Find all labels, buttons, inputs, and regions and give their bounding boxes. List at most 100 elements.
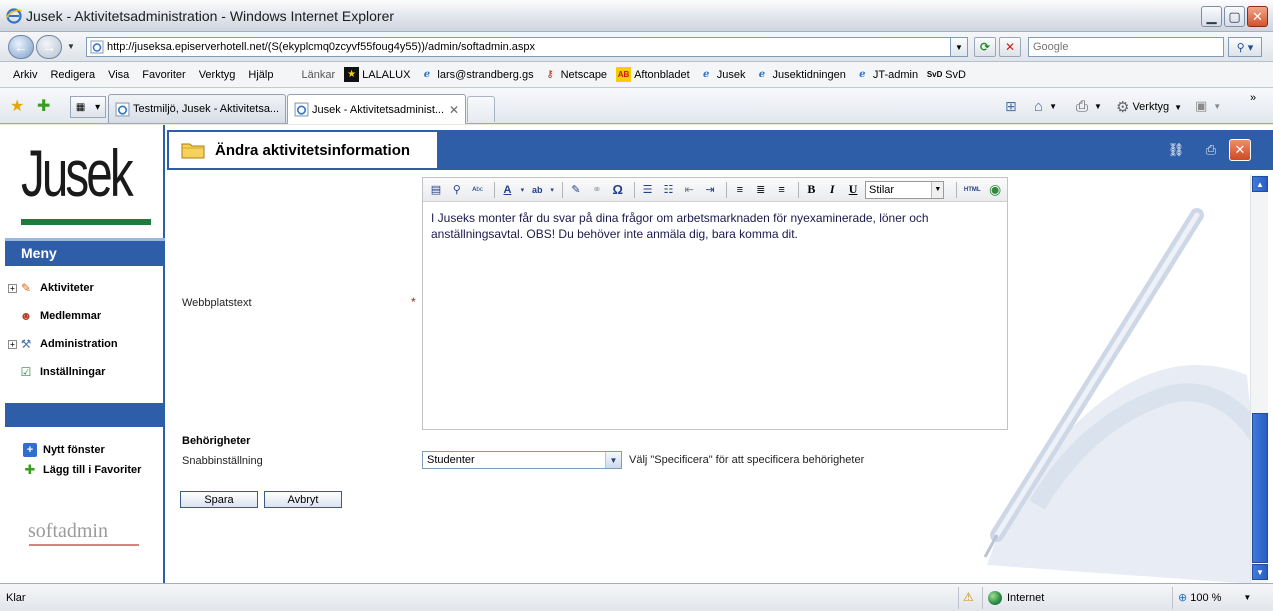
font-color-icon[interactable]: A <box>499 181 517 199</box>
links-label: Länkar <box>301 68 336 81</box>
sidebar-item-administration[interactable]: + ⚒ Administration <box>8 336 118 352</box>
permissions-title: Behörigheter <box>182 435 251 447</box>
menu-hjalp[interactable]: Hjälp <box>248 69 273 81</box>
globe-icon[interactable]: ◉ <box>986 181 1004 199</box>
link-jt-admin[interactable]: ℯ JT-admin <box>855 67 918 82</box>
menu-visa[interactable]: Visa <box>108 69 129 81</box>
italic-icon[interactable]: I <box>823 181 841 199</box>
align-center-icon[interactable]: ≣ <box>752 181 770 199</box>
chevron-down-icon: ▼ <box>931 181 944 198</box>
link-aftonbladet[interactable]: AB Aftonbladet <box>616 67 690 82</box>
edit-icon[interactable]: ✎ <box>567 181 585 199</box>
editor-window-icon[interactable]: ▤ <box>427 181 445 199</box>
security-zone[interactable]: Internet <box>988 591 1044 605</box>
sidebar-item-installningar[interactable]: ☑ Inställningar <box>8 364 106 380</box>
special-character-omega-icon[interactable]: Ω <box>609 181 627 199</box>
underline-icon[interactable]: U <box>844 181 862 199</box>
rich-text-editor[interactable]: ▤ ⚲ ᴬᵇᶜ A ▾ ab ▾ ✎ ⚭ Ω ☰ ☷ ⇤ ⇥ ≡ ≣ ≡ B I… <box>422 177 1008 430</box>
back-button[interactable]: ← <box>8 35 34 59</box>
html-mode-icon[interactable]: HTML <box>961 181 983 199</box>
close-form-icon[interactable]: ✕ <box>1229 139 1251 161</box>
highlight-color-icon[interactable]: ab <box>528 181 546 199</box>
expand-plus-icon[interactable]: + <box>8 283 17 293</box>
menu-redigera[interactable]: Redigera <box>50 69 95 81</box>
indent-icon[interactable]: ⇥ <box>701 181 719 199</box>
link-lars[interactable]: ℯ lars@strandberg.gs <box>419 67 534 82</box>
tabs-bar: ★ ✚ ▦ ▾ Testmiljö, Jusek - Aktivitetsa..… <box>0 88 1273 124</box>
scroll-thumb[interactable] <box>1252 413 1268 563</box>
stop-button[interactable]: ✕ <box>999 37 1021 57</box>
page-area: Jusek Meny + ✎ Aktiviteter ☻ Medlemmar +… <box>0 125 1273 583</box>
close-window-button[interactable]: ✕ <box>1247 6 1268 27</box>
url-input[interactable]: http://juseksa.episerverhotell.net/(S(ek… <box>86 37 968 57</box>
editor-body-text[interactable]: I Juseks monter får du svar på dina fråg… <box>431 210 991 242</box>
style-select[interactable]: Stilar ▼ <box>865 180 945 199</box>
preview-icon[interactable]: ⚲ <box>448 181 466 199</box>
chevron-down-icon[interactable]: ▾ <box>519 181 525 199</box>
menu-verktyg[interactable]: Verktyg <box>199 69 236 81</box>
url-dropdown-button[interactable]: ▼ <box>950 37 968 57</box>
history-dropdown-icon[interactable]: ▼ <box>67 42 75 51</box>
window-titlebar: Jusek - Aktivitetsadministration - Windo… <box>0 0 1273 32</box>
research-button[interactable]: ▣ ▼ <box>1195 98 1221 114</box>
popup-blocker-icon[interactable]: ⚠ <box>963 590 974 604</box>
print-icon[interactable]: ⎙ <box>1202 141 1220 159</box>
menu-favoriter[interactable]: Favoriter <box>142 69 185 81</box>
members-icon: ☻ <box>19 309 33 323</box>
stop-icon: ✕ <box>1004 40 1016 54</box>
ordered-list-icon[interactable]: ☰ <box>639 181 657 199</box>
quick-setting-select[interactable]: Studenter ▼ <box>422 451 622 469</box>
link-chain-icon[interactable]: ⛓ <box>1167 141 1185 159</box>
ie-page-icon <box>90 40 104 54</box>
align-left-icon[interactable]: ≡ <box>731 181 749 199</box>
link-svd[interactable]: SvD SvD <box>927 67 966 82</box>
print-button[interactable]: ⎙ ▼ <box>1076 98 1102 115</box>
outdent-icon[interactable]: ⇤ <box>680 181 698 199</box>
maximize-button[interactable]: ▢ <box>1224 6 1245 27</box>
scroll-down-icon[interactable]: ▼ <box>1252 564 1268 580</box>
link-lalalux[interactable]: ★ LALALUX <box>344 67 410 82</box>
favorites-center-star-icon[interactable]: ★ <box>10 96 24 116</box>
quick-tabs-button[interactable]: ▦ ▾ <box>70 96 106 118</box>
search-input[interactable] <box>1028 37 1224 57</box>
chevron-down-icon[interactable]: ▾ <box>549 181 555 199</box>
form-content: ▤ ⚲ ᴬᵇᶜ A ▾ ab ▾ ✎ ⚭ Ω ☰ ☷ ⇤ ⇥ ≡ ≣ ≡ B I… <box>167 175 1267 583</box>
search-button[interactable]: ⚲ ▾ <box>1228 37 1262 57</box>
menu-arkiv[interactable]: Arkiv <box>13 69 37 81</box>
scroll-up-icon[interactable]: ▲ <box>1252 176 1268 192</box>
link-jusektidningen[interactable]: ℯ Jusektidningen <box>754 67 846 82</box>
add-favorite-star-icon[interactable]: ✚ <box>37 96 50 116</box>
cancel-button[interactable]: Avbryt <box>264 491 342 508</box>
main-area: Ändra aktivitetsinformation ⛓ ⎙ ✕ ▤ ⚲ ᴬᵇ… <box>167 125 1273 583</box>
new-window-link[interactable]: + Nytt fönster <box>23 443 105 457</box>
unordered-list-icon[interactable]: ☷ <box>659 181 677 199</box>
link-netscape[interactable]: ⚷ Netscape <box>543 67 607 82</box>
overflow-chevron-icon[interactable]: » <box>1250 92 1256 104</box>
sidebar-item-aktiviteter[interactable]: + ✎ Aktiviteter <box>8 280 94 296</box>
align-right-icon[interactable]: ≡ <box>773 181 791 199</box>
save-button[interactable]: Spara <box>180 491 258 508</box>
add-favorites-link[interactable]: ✚ Lägg till i Favoriter <box>23 462 142 477</box>
forward-button[interactable]: → <box>36 35 62 59</box>
link-jusek[interactable]: ℯ Jusek <box>699 67 745 82</box>
tab-jusek[interactable]: Jusek - Aktivitetsadminist... ✕ <box>287 94 466 124</box>
zoom-control[interactable]: ⊕ 100 % ▼ <box>1178 591 1251 605</box>
feeds-button[interactable]: ⊞ <box>1005 98 1017 115</box>
minimize-button[interactable]: ▁ <box>1201 6 1222 27</box>
tab-testmiljo[interactable]: Testmiljö, Jusek - Aktivitetsa... <box>108 94 286 123</box>
home-button[interactable]: ⌂ ▼ <box>1034 98 1057 115</box>
softadmin-logo: softadmin <box>28 520 139 546</box>
link-icon[interactable]: ⚭ <box>588 181 606 199</box>
ie-page-icon: ℯ <box>703 69 710 80</box>
sidebar-item-medlemmar[interactable]: ☻ Medlemmar <box>8 308 101 324</box>
bold-icon[interactable]: B <box>802 181 820 199</box>
new-tab-button[interactable] <box>467 96 495 122</box>
tools-button[interactable]: ⚙ Verktyg ▼ <box>1116 98 1182 116</box>
expand-plus-icon[interactable]: + <box>8 339 17 349</box>
jusek-logo[interactable]: Jusek <box>21 135 151 225</box>
close-tab-icon[interactable]: ✕ <box>449 103 459 117</box>
link-label: lars@strandberg.gs <box>437 68 534 81</box>
refresh-button[interactable]: ⟳ <box>974 37 996 57</box>
spellcheck-icon[interactable]: ᴬᵇᶜ <box>469 181 487 199</box>
vertical-scrollbar[interactable]: ▲ ▼ <box>1250 175 1268 583</box>
